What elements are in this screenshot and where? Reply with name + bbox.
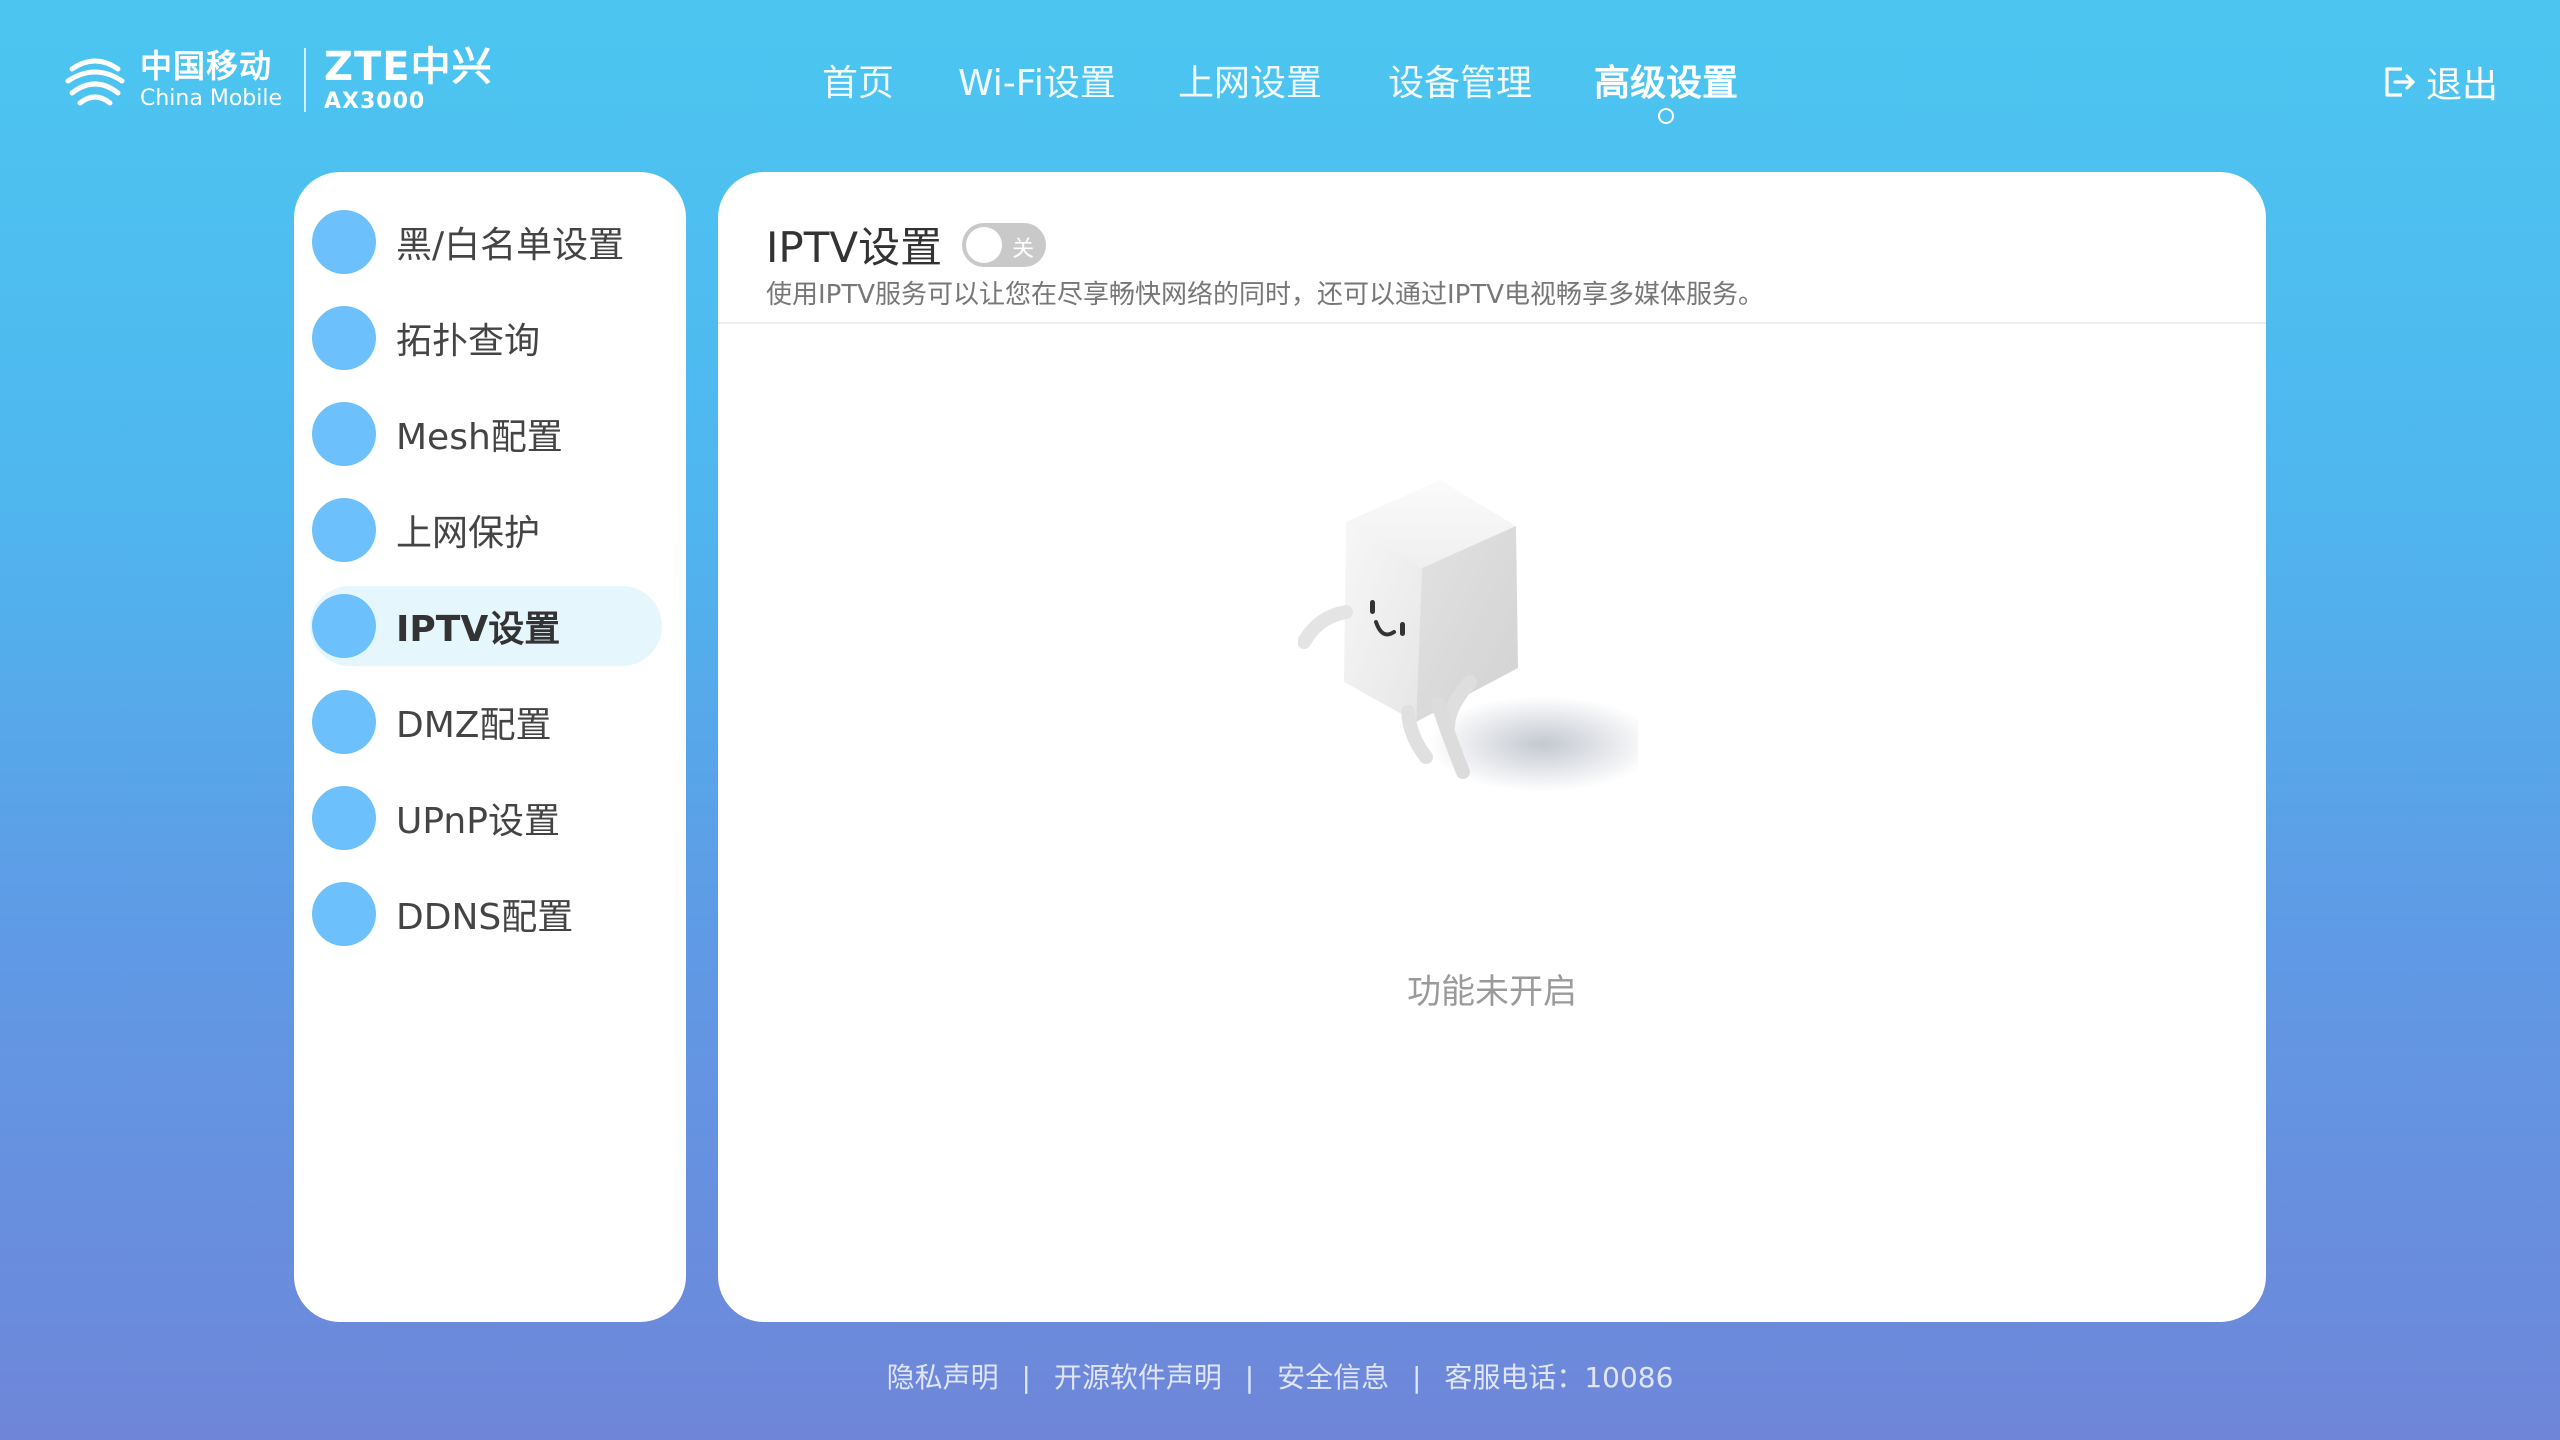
nav-device-management[interactable]: 设备管理 bbox=[1388, 54, 1532, 106]
sidebar-item-dmz[interactable]: DMZ配置 bbox=[310, 682, 662, 762]
nav-wifi-settings[interactable]: Wi-Fi设置 bbox=[958, 54, 1116, 106]
upnp-icon bbox=[312, 786, 376, 850]
sidebar-item-iptv[interactable]: IPTV设置 bbox=[310, 586, 662, 666]
nav-home[interactable]: 首页 bbox=[822, 54, 894, 106]
advanced-settings-sidebar: 黑/白名单设置 拓扑查询 Mesh配置 上网保护 IPTV设置 DMZ配置 UP… bbox=[294, 172, 686, 1322]
nav-advanced-settings-label: 高级设置 bbox=[1594, 63, 1739, 104]
iptv-settings-panel: IPTV设置 关 使用IPTV服务可以让您在尽享畅快网络的同时，还可以通过IPT… bbox=[718, 172, 2266, 1322]
iptv-icon bbox=[312, 594, 376, 658]
ddns-icon bbox=[312, 882, 376, 946]
topology-icon bbox=[312, 306, 376, 370]
toggle-knob bbox=[966, 226, 1003, 263]
logout-icon bbox=[2385, 67, 2415, 97]
iptv-description: 使用IPTV服务可以让您在尽享畅快网络的同时，还可以通过IPTV电视畅享多媒体服… bbox=[766, 280, 1765, 310]
nav-advanced-settings[interactable]: 高级设置 bbox=[1594, 54, 1739, 124]
sidebar-item-label: 拓扑查询 bbox=[396, 321, 541, 362]
sidebar-item-label: IPTV设置 bbox=[396, 609, 561, 650]
blacklist-icon bbox=[312, 210, 376, 274]
customer-hotline: 客服电话：10086 bbox=[1444, 1361, 1674, 1394]
top-header: 中国移动 China Mobile ZTE中兴 AX3000 首页 Wi-Fi设… bbox=[0, 0, 2560, 170]
header-divider bbox=[718, 322, 2266, 324]
internet-protection-icon bbox=[312, 498, 376, 562]
security-info-link[interactable]: 安全信息 bbox=[1277, 1361, 1389, 1394]
main-nav: 首页 Wi-Fi设置 上网设置 设备管理 高级设置 bbox=[0, 54, 2560, 124]
logout-button[interactable]: 退出 bbox=[2382, 56, 2498, 108]
sidebar-item-label: 上网保护 bbox=[396, 513, 541, 554]
active-nav-indicator bbox=[1658, 108, 1674, 124]
sidebar-item-label: UPnP设置 bbox=[396, 801, 560, 842]
page-title: IPTV设置 bbox=[766, 223, 943, 272]
feature-disabled-text: 功能未开启 bbox=[1407, 972, 1577, 1012]
sidebar-item-mesh[interactable]: Mesh配置 bbox=[310, 394, 662, 474]
sidebar-item-label: DDNS配置 bbox=[396, 897, 574, 938]
sidebar-item-ddns[interactable]: DDNS配置 bbox=[310, 874, 662, 954]
open-source-statement-link[interactable]: 开源软件声明 bbox=[1054, 1361, 1222, 1394]
sidebar-item-topology[interactable]: 拓扑查询 bbox=[310, 298, 662, 378]
footer-separator: | bbox=[1021, 1361, 1031, 1394]
footer: 隐私声明 | 开源软件声明 | 安全信息 | 客服电话：10086 bbox=[0, 1356, 2560, 1396]
sidebar-item-upnp[interactable]: UPnP设置 bbox=[310, 778, 662, 858]
sidebar-item-label: DMZ配置 bbox=[396, 705, 552, 746]
iptv-toggle-switch[interactable]: 关 bbox=[962, 222, 1047, 267]
footer-separator: | bbox=[1244, 1361, 1255, 1394]
sidebar-item-label: Mesh配置 bbox=[396, 417, 563, 458]
mesh-icon bbox=[312, 402, 376, 466]
sidebar-item-label: 黑/白名单设置 bbox=[396, 225, 625, 266]
sidebar-item-internet-protection[interactable]: 上网保护 bbox=[310, 490, 662, 570]
nav-internet-settings[interactable]: 上网设置 bbox=[1178, 54, 1322, 106]
logout-label: 退出 bbox=[2425, 65, 2498, 106]
sidebar-item-blacklist-whitelist[interactable]: 黑/白名单设置 bbox=[310, 202, 662, 282]
footer-separator: | bbox=[1412, 1361, 1422, 1394]
toggle-state-label: 关 bbox=[1012, 236, 1035, 262]
dmz-icon bbox=[312, 690, 376, 754]
cube-mascot-icon bbox=[1298, 480, 1638, 792]
privacy-statement-link[interactable]: 隐私声明 bbox=[887, 1361, 999, 1394]
